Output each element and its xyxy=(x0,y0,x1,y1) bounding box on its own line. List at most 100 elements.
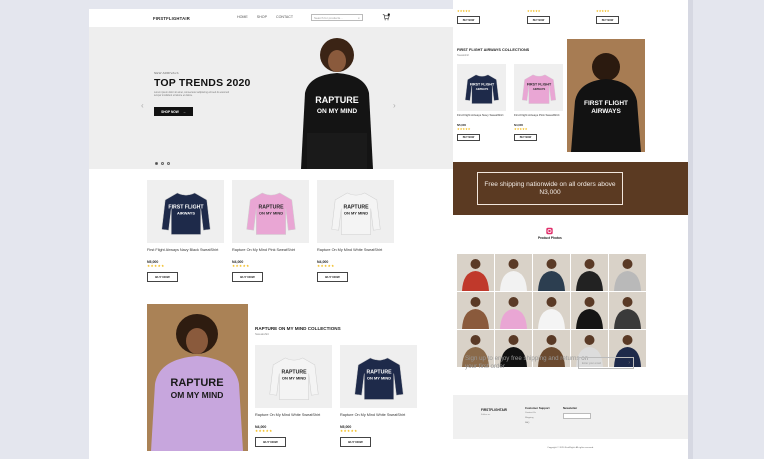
instagram-photo[interactable] xyxy=(495,254,532,291)
product-card[interactable]: RAPTURE ON MY MIND Rapture On My Mind Whi… xyxy=(317,180,394,282)
newsletter-email-input[interactable]: Enter your email › xyxy=(578,357,634,369)
instagram-photo-image xyxy=(500,259,527,291)
product-card[interactable]: FIRST FLIGHT AIRWAYS First Flight Airways… xyxy=(147,180,224,282)
collection-print-1: RAPTURE xyxy=(170,377,223,389)
instagram-photo-image xyxy=(538,259,565,291)
sweatshirt-print: AIRWAYS xyxy=(475,86,488,90)
buy-now-button[interactable]: BUY NOW xyxy=(255,437,286,447)
product-card[interactable]: RAPTURE ON MY MIND Rapture On My Mind Whi… xyxy=(255,345,332,447)
product-card[interactable]: RAPTURE ON MY MIND Rapture On My Mind Pin… xyxy=(232,180,309,282)
instagram-photo-image xyxy=(538,297,565,329)
site-logo[interactable]: FIRSTFLIGHTAIR xyxy=(153,16,190,21)
instagram-photo-image xyxy=(576,259,603,291)
homepage-left: FIRSTFLIGHTAIR HOME SHOP CONTACT Search … xyxy=(89,9,453,459)
nav-home[interactable]: HOME xyxy=(237,15,248,19)
product-card[interactable]: FIRST FLIGHT AIRWAYS First Flight Airways… xyxy=(457,64,506,141)
product-card[interactable]: FIRST FLIGHT AIRWAYS First Flight Airways… xyxy=(514,64,563,141)
instagram-photo[interactable] xyxy=(457,292,494,329)
footer-email-input[interactable] xyxy=(563,413,591,419)
collection-subtitle: Sweatshirt xyxy=(457,54,470,57)
instagram-photo[interactable] xyxy=(457,254,494,291)
instagram-photo-image xyxy=(500,297,527,329)
shop-now-button[interactable]: SHOP NOW → xyxy=(154,107,193,116)
buy-now-button[interactable]: BUY NOW xyxy=(232,272,263,282)
slider-dot-2[interactable] xyxy=(161,162,164,165)
product-image[interactable]: RAPTURE ON MY MIND xyxy=(255,345,332,408)
product-name[interactable]: First Flight Airways Navy Black SweatShi… xyxy=(147,248,224,257)
instagram-photo-image xyxy=(576,297,603,329)
collection-subtitle: Sweatshirt xyxy=(255,332,270,336)
sweatshirt-print: AIRWAYS xyxy=(532,86,545,90)
nav-shop[interactable]: SHOP xyxy=(257,15,267,19)
product-name[interactable]: Rapture On My Mind White SweatShirt xyxy=(340,413,417,422)
nav-contact[interactable]: CONTACT xyxy=(276,15,293,19)
buy-now-button[interactable]: BUY NOW xyxy=(527,16,550,24)
product-image[interactable]: RAPTURE ON MY MIND xyxy=(232,180,309,243)
sweatshirt-image: FIRST FLIGHTAIRWAYS xyxy=(464,74,499,104)
slider-dot-1[interactable] xyxy=(155,162,158,165)
arrow-right-icon[interactable]: › xyxy=(628,360,630,366)
rating-stars: ★★★★★ xyxy=(232,264,250,268)
buy-now-button[interactable]: BUY NOW xyxy=(317,272,348,282)
instagram-photo[interactable] xyxy=(495,292,532,329)
product-card[interactable]: RAPTURE ON MY MIND Rapture On My Mind Whi… xyxy=(340,345,417,447)
instagram-photo-image xyxy=(614,259,641,291)
sweatshirt-image: FIRST FLIGHTAIRWAYS xyxy=(160,192,211,235)
buy-now-button[interactable]: BUY NOW xyxy=(457,134,480,141)
collection-title: RAPTURE ON MY MIND COLLECTIONS xyxy=(255,326,341,331)
search-placeholder: Search for products... xyxy=(314,16,343,20)
instagram-photo[interactable] xyxy=(533,254,570,291)
product-name[interactable]: First Flight Airways Pink SweatShirt xyxy=(514,113,563,121)
footer-support-title: Customer Support xyxy=(525,406,550,410)
instagram-photo[interactable] xyxy=(609,292,646,329)
nav-links: HOME SHOP CONTACT xyxy=(237,15,293,19)
sweatshirt-image: RAPTUREON MY MIND xyxy=(268,357,319,400)
rating-stars: ★★★★★ xyxy=(596,9,610,13)
product-image[interactable]: FIRST FLIGHT AIRWAYS xyxy=(514,64,563,111)
product-name[interactable]: Rapture On My Mind Pink SweatShirt xyxy=(232,248,309,257)
rating-stars: ★★★★★ xyxy=(317,264,335,268)
instagram-photo[interactable] xyxy=(571,254,608,291)
hero-print-1: RAPTURE xyxy=(315,95,359,105)
instagram-photo[interactable] xyxy=(609,254,646,291)
product-image[interactable]: RAPTURE ON MY MIND xyxy=(317,180,394,243)
cart-icon[interactable] xyxy=(382,13,390,21)
footer-link[interactable]: Shipping xyxy=(525,417,534,419)
hero-description: Lorem ipsum dolor sit amet, consectetur … xyxy=(154,91,230,98)
sweatshirt-print: RAPTURE xyxy=(258,204,284,210)
instagram-photo-image xyxy=(462,259,489,291)
chevron-left-icon[interactable]: ‹ xyxy=(141,101,144,110)
instagram-label: Product Photos xyxy=(538,236,562,240)
instagram-photo[interactable] xyxy=(533,292,570,329)
buy-now-button[interactable]: BUY NOW xyxy=(514,134,537,141)
buy-now-button[interactable]: BUY NOW xyxy=(340,437,371,447)
instagram-gallery xyxy=(457,254,646,367)
hero-eyebrow: NEW ARRIVALS xyxy=(154,71,179,75)
search-icon[interactable]: ⌕ xyxy=(358,16,360,20)
footer-link[interactable]: FAQ xyxy=(525,422,529,424)
sweatshirt-print: RAPTURE xyxy=(366,369,392,375)
hero-model-image: RAPTURE ON MY MIND xyxy=(301,38,373,169)
instagram-photo[interactable] xyxy=(571,292,608,329)
search-input[interactable]: Search for products... ⌕ xyxy=(311,14,363,21)
buy-now-button[interactable]: BUY NOW xyxy=(457,16,480,24)
footer-link[interactable]: Contact Us xyxy=(525,412,536,414)
product-name[interactable]: First Flight Airways Navy SweatShirt xyxy=(457,113,506,121)
product-image[interactable]: FIRST FLIGHT AIRWAYS xyxy=(147,180,224,243)
product-image[interactable]: RAPTURE ON MY MIND xyxy=(340,345,417,408)
chevron-right-icon[interactable]: › xyxy=(393,101,396,110)
instagram-icon[interactable] xyxy=(545,227,554,235)
buy-now-button[interactable]: BUY NOW xyxy=(147,272,178,282)
product-name[interactable]: Rapture On My Mind White SweatShirt xyxy=(317,248,394,257)
shipping-banner: Free shipping nationwide on all orders a… xyxy=(453,162,688,215)
footer: FIRSTFLIGHTAIR Follow us Customer Suppor… xyxy=(453,395,688,439)
footer-logo[interactable]: FIRSTFLIGHTAIR xyxy=(481,408,507,412)
airways-print-2: AIRWAYS xyxy=(591,108,621,115)
buy-now-button[interactable]: BUY NOW xyxy=(596,16,619,24)
slider-dot-3[interactable] xyxy=(167,162,170,165)
product-name[interactable]: Rapture On My Mind White SweatShirt xyxy=(255,413,332,422)
newsletter-placeholder: Enter your email xyxy=(582,362,601,365)
product-image[interactable]: FIRST FLIGHT AIRWAYS xyxy=(457,64,506,111)
rating-stars: ★★★★★ xyxy=(147,264,165,268)
sweatshirt-image: RAPTUREON MY MIND xyxy=(330,192,381,235)
